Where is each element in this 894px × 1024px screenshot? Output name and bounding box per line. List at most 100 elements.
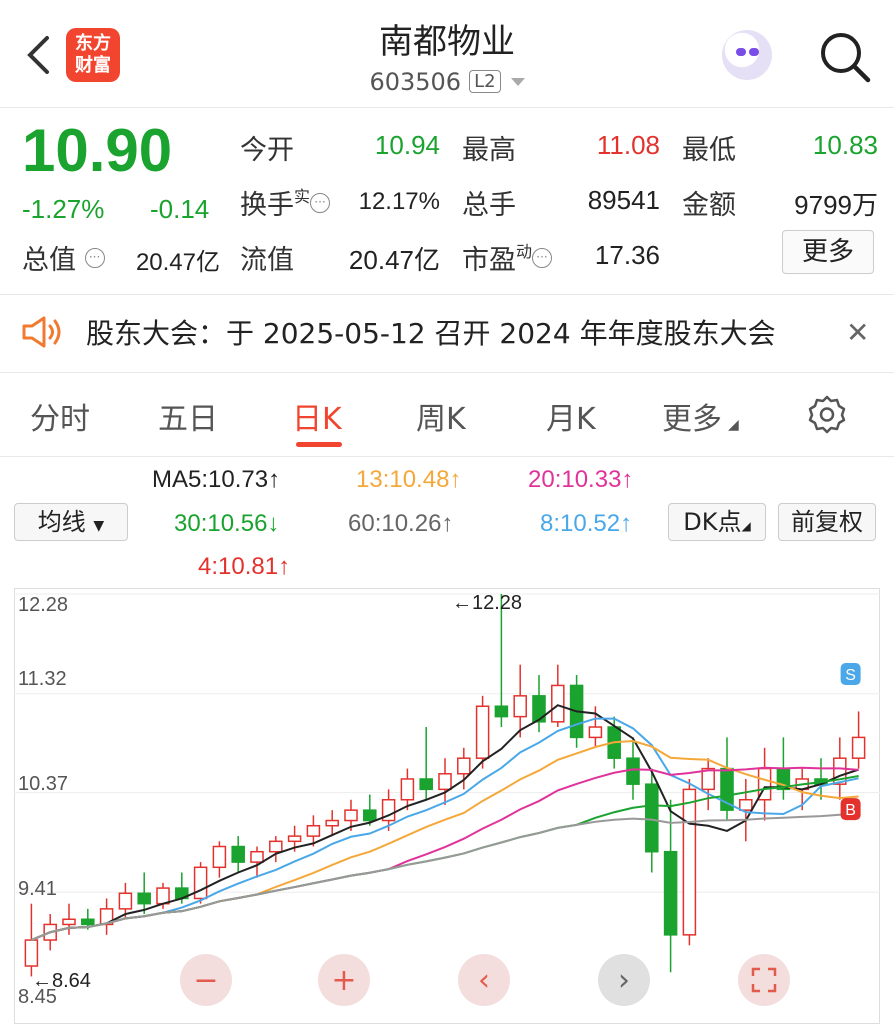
adjust-button[interactable]: 前复权 (778, 503, 876, 541)
turnover-value: 12.17% (358, 188, 440, 215)
y-tick: 10.37 (18, 773, 69, 795)
high-value: 11.08 (596, 130, 660, 160)
candle-body (193, 866, 208, 900)
candle-body (325, 819, 339, 827)
candle-body (551, 684, 565, 723)
candle-body (494, 705, 509, 718)
level-tag: L2 (469, 70, 501, 93)
candle-body (739, 799, 753, 811)
candle-body (682, 788, 697, 936)
sell-marker-label: S (845, 667, 856, 684)
ma-selector[interactable]: 均线 ▼ (14, 503, 128, 541)
mktcap-label: 总值 ··· (22, 238, 105, 277)
tab-daily-k[interactable]: 日K (292, 394, 342, 438)
dk-point-button[interactable]: DK点◢ (668, 503, 766, 541)
candle-body (344, 809, 358, 822)
candle-body (231, 845, 245, 863)
y-tick: 11.32 (18, 668, 67, 690)
ma4-value: 4:10.81↑ (198, 553, 291, 580)
close-icon[interactable]: ✕ (846, 316, 869, 349)
info-icon[interactable]: ··· (310, 193, 331, 213)
candle-body (400, 778, 415, 801)
float-value: 20.47亿 (348, 245, 440, 275)
speaker-icon (22, 316, 61, 348)
candle-body (457, 757, 471, 775)
caret-icon: ◢ (728, 417, 739, 433)
open-label: 今开 (240, 135, 294, 166)
candle-body (851, 736, 866, 759)
candle-body (62, 918, 76, 926)
candle-body (250, 850, 264, 863)
candle-body (645, 783, 659, 853)
ma5-line (31, 704, 859, 941)
caret-icon: ◢ (741, 519, 751, 533)
low-label: 最低 (682, 135, 736, 166)
ma20-value: 20:10.33↑ (528, 466, 634, 493)
tab-more[interactable]: 更多 ◢ (662, 394, 739, 438)
turnover-label: 换手实 ··· (240, 183, 331, 222)
prev-button[interactable]: ‹ (458, 954, 510, 1006)
fullscreen-button[interactable] (738, 954, 790, 1006)
gear-icon[interactable] (806, 394, 848, 434)
open-value: 10.94 (374, 130, 440, 160)
candle-body (438, 773, 452, 791)
y-tick: 9.41 (18, 878, 57, 900)
current-price: 10.90 (22, 117, 173, 184)
search-icon[interactable] (818, 30, 872, 84)
stock-code: 603506 (369, 68, 462, 96)
assistant-robot-icon[interactable] (722, 30, 772, 80)
tab-weekly-k[interactable]: 周K (416, 394, 466, 438)
tab-five-day[interactable]: 五日 (158, 394, 218, 438)
pe-value: 17.36 (594, 240, 660, 270)
divider (0, 294, 894, 295)
robot-eye (749, 48, 759, 56)
candle-body (24, 939, 39, 967)
notice-text[interactable]: 股东大会：于 2025-05-12 召开 2024 年年度股东大会 (86, 312, 776, 352)
volume-label: 总手 (462, 190, 516, 221)
max-annotation: ←12.28 (452, 592, 523, 614)
candle-body (156, 887, 170, 905)
candle-body (532, 695, 546, 723)
candle-body (626, 757, 640, 785)
expand-icon (751, 967, 777, 993)
divider (0, 372, 894, 373)
volume-value: 89541 (587, 185, 660, 215)
amount-value: 9799万 (794, 190, 878, 220)
zoom-out-button[interactable]: − (180, 954, 232, 1006)
buy-marker-label: B (845, 802, 856, 819)
next-button[interactable]: › (598, 954, 650, 1006)
info-icon[interactable]: ··· (84, 248, 105, 268)
candle-body (137, 892, 151, 905)
float-label: 流值 (240, 245, 294, 276)
min-annotation: ←8.64 (32, 970, 91, 992)
candle-body (81, 918, 95, 926)
candle-body (513, 695, 527, 718)
candle-body (306, 824, 321, 837)
high-label: 最高 (462, 135, 516, 166)
ma5-value: MA5:10.73↑ (152, 466, 281, 493)
candle-body (475, 705, 490, 759)
robot-eye (736, 48, 746, 56)
tab-intraday[interactable]: 分时 (30, 394, 90, 438)
candle-body (269, 840, 283, 853)
price-change: -0.14 (150, 194, 210, 224)
ma13-value: 13:10.48↑ (356, 466, 462, 493)
info-icon[interactable]: ··· (532, 248, 553, 268)
ma8-value: 8:10.52↑ (540, 510, 633, 537)
active-tab-indicator (296, 442, 342, 447)
divider (0, 456, 894, 457)
candle-body (363, 809, 377, 822)
mktcap-value: 20.47亿 (135, 249, 220, 276)
candle-body (212, 845, 227, 869)
caret-down-icon: ▼ (93, 518, 105, 534)
candle-body (663, 850, 678, 936)
candle-body (419, 778, 433, 791)
more-quote-button[interactable]: 更多 (782, 230, 874, 274)
caret-down-icon (510, 78, 525, 86)
candle-body (287, 835, 302, 843)
zoom-in-button[interactable]: + (318, 954, 370, 1006)
tab-monthly-k[interactable]: 月K (546, 394, 596, 438)
pct-change: -1.27% (22, 194, 105, 224)
pe-label: 市盈动 ··· (462, 238, 553, 277)
y-tick: 12.28 (18, 594, 69, 616)
